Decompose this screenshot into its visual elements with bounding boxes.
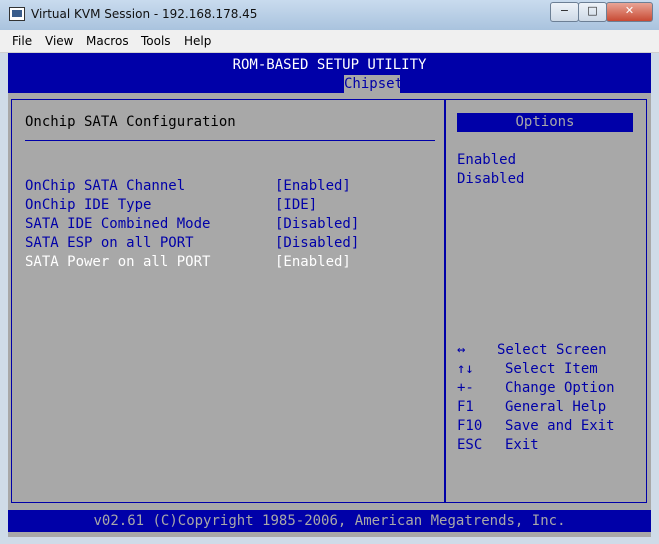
menu-tools[interactable]: Tools	[141, 34, 171, 48]
maximize-button[interactable]: □	[578, 2, 607, 22]
bios-footer: v02.61 (C)Copyright 1985-2006, American …	[8, 510, 651, 532]
options-header: Options	[457, 113, 633, 132]
key-description: Change Option	[505, 380, 615, 396]
close-button[interactable]: ✕	[606, 2, 653, 22]
help-panel: Options Enabled Disabled ↔ Select Screen…	[445, 99, 647, 503]
key-hint-select-screen: ↔ Select Screen	[457, 342, 642, 361]
key-name: +-	[457, 380, 474, 396]
key-name: F10	[457, 418, 483, 434]
bios-title: ROM-BASED SETUP UTILITY	[232, 57, 427, 73]
copyright-text: v02.61 (C)Copyright 1985-2006, American …	[93, 513, 566, 529]
menu-bar: File View Macros Tools Help	[0, 30, 659, 53]
key-hint-exit: ESC Exit	[457, 437, 642, 456]
key-name: F1	[457, 399, 474, 415]
key-description: Exit	[505, 437, 539, 453]
setting-value[interactable]: [Disabled]	[275, 235, 359, 251]
menu-file[interactable]: File	[12, 34, 32, 48]
settings-panel: Onchip SATA Configuration OnChip SATA Ch…	[11, 99, 445, 503]
setting-onchip-sata-channel[interactable]: OnChip SATA Channel [Enabled]	[25, 178, 445, 197]
key-hint-change-option: +- Change Option	[457, 380, 642, 399]
setting-value[interactable]: [IDE]	[275, 197, 317, 213]
key-hint-select-item: ↑↓ Select Item	[457, 361, 642, 380]
section-divider	[25, 140, 435, 141]
key-description: General Help	[505, 399, 607, 415]
setting-label: SATA Power on all PORT	[25, 254, 211, 270]
key-hint-general-help: F1 General Help	[457, 399, 642, 418]
menu-view[interactable]: View	[45, 34, 73, 48]
key-description: Save and Exit	[505, 418, 615, 434]
app-window-icon	[9, 7, 25, 21]
setting-value[interactable]: [Enabled]	[275, 178, 351, 194]
menu-macros[interactable]: Macros	[86, 34, 129, 48]
setting-label: SATA IDE Combined Mode	[25, 216, 211, 232]
menu-help[interactable]: Help	[184, 34, 211, 48]
option-disabled[interactable]: Disabled	[457, 171, 524, 187]
setting-sata-esp-all-port[interactable]: SATA ESP on all PORT [Disabled]	[25, 235, 445, 254]
setting-value[interactable]: [Enabled]	[275, 254, 351, 270]
key-hint-save-exit: F10 Save and Exit	[457, 418, 642, 437]
kvm-console-screen[interactable]: ROM-BASED SETUP UTILITY Chipset Onchip S…	[8, 53, 651, 537]
setting-label: SATA ESP on all PORT	[25, 235, 194, 251]
setting-sata-ide-combined-mode[interactable]: SATA IDE Combined Mode [Disabled]	[25, 216, 445, 235]
window-titlebar: Virtual KVM Session - 192.168.178.45 − □…	[0, 0, 659, 31]
setting-label: OnChip SATA Channel	[25, 178, 186, 194]
minimize-button[interactable]: −	[550, 2, 579, 22]
setting-value[interactable]: [Disabled]	[275, 216, 359, 232]
section-title: Onchip SATA Configuration	[25, 114, 236, 130]
window-title: Virtual KVM Session - 192.168.178.45	[31, 7, 258, 21]
tab-chipset[interactable]: Chipset	[344, 75, 403, 93]
bios-header: ROM-BASED SETUP UTILITY Chipset	[8, 53, 651, 93]
key-description: Select Item	[505, 361, 598, 377]
key-description: Select Screen	[497, 342, 607, 358]
option-enabled[interactable]: Enabled	[457, 152, 516, 168]
key-name: ESC	[457, 437, 483, 453]
setting-onchip-ide-type[interactable]: OnChip IDE Type [IDE]	[25, 197, 445, 216]
setting-label: OnChip IDE Type	[25, 197, 152, 213]
key-name: ↔	[457, 342, 466, 358]
setting-sata-power-all-port[interactable]: SATA Power on all PORT [Enabled]	[25, 254, 445, 273]
key-name: ↑↓	[457, 361, 474, 377]
